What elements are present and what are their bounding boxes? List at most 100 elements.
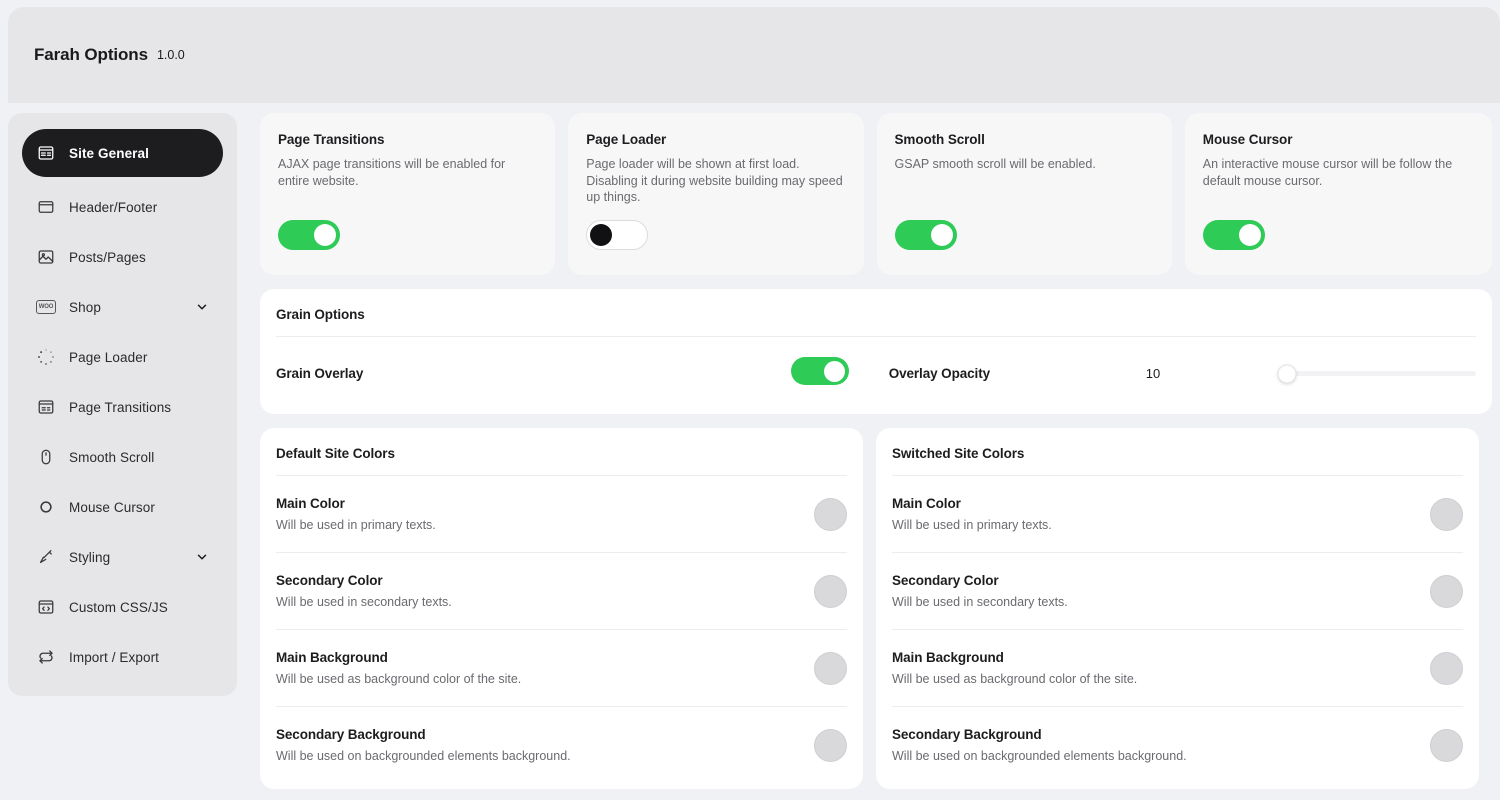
card-smooth-scroll: Smooth Scroll GSAP smooth scroll will be … — [877, 113, 1172, 275]
color-text: Secondary Color Will be used in secondary… — [276, 573, 814, 611]
feature-cards-row: Page TransitionsAJAX page transitions wi… — [260, 113, 1492, 275]
color-row-main-background: Main BackgroundWill be used as backgroun… — [276, 630, 847, 706]
card-title: Mouse Cursor — [1203, 132, 1474, 147]
color-description: Will be used in secondary texts. — [892, 594, 1202, 611]
sidebar-item-page-transitions[interactable]: Page Transitions — [22, 387, 223, 427]
color-description: Will be used in primary texts. — [892, 517, 1202, 534]
overlay-opacity-slider[interactable] — [1284, 371, 1476, 376]
color-swatch-secondary-color[interactable] — [1430, 575, 1463, 608]
card-toggle-wrap — [895, 220, 1154, 255]
sidebar-item-smooth-scroll[interactable]: Smooth Scroll — [22, 437, 223, 477]
mouse-scroll-icon — [36, 447, 56, 467]
toggle-knob — [590, 224, 612, 246]
grain-options-panel: Grain Options Grain Overlay Overlay Opac… — [260, 289, 1492, 414]
color-description: Will be used in secondary texts. — [276, 594, 586, 611]
sidebar-item-posts-pages[interactable]: Posts/Pages — [22, 237, 223, 277]
toggle-knob — [1239, 224, 1261, 246]
toggle-page-transitions[interactable] — [278, 220, 340, 250]
options-app: Farah Options 1.0.0 Site General Header/F… — [0, 0, 1500, 800]
grain-overlay-toggle-wrap — [791, 357, 849, 390]
color-text: Main Color Will be used in primary texts. — [892, 496, 1430, 534]
sidebar-item-label: Page Transitions — [69, 400, 171, 415]
page-title: Farah Options — [34, 45, 148, 65]
grain-options-title: Grain Options — [276, 307, 1476, 336]
default-site-colors-panel: Default Site Colors Main ColorWill be us… — [260, 428, 863, 789]
slider-thumb[interactable] — [1278, 364, 1297, 383]
version-label: 1.0.0 — [157, 48, 185, 62]
sidebar-item-label: Mouse Cursor — [69, 500, 155, 515]
card-description: AJAX page transitions will be enabled fo… — [278, 156, 537, 189]
color-description: Will be used on backgrounded elements ba… — [276, 748, 586, 765]
color-row-main-color: Main ColorWill be used in primary texts. — [276, 476, 847, 552]
color-swatch-secondary-background[interactable] — [1430, 729, 1463, 762]
color-swatch-main-color[interactable] — [1430, 498, 1463, 531]
sidebar-item-label: Smooth Scroll — [69, 450, 154, 465]
grain-overlay-toggle[interactable] — [791, 357, 849, 385]
sidebar-item-import-export[interactable]: Import / Export — [22, 637, 223, 677]
color-row-secondary-background: Secondary Background Will be used on back… — [892, 707, 1463, 783]
sidebar-item-shop[interactable]: WOOShop — [22, 287, 223, 327]
circle-cursor-icon — [36, 497, 56, 517]
colors-row: Default Site Colors Main ColorWill be us… — [260, 428, 1492, 789]
sidebar-item-styling[interactable]: Styling — [22, 537, 223, 577]
color-text: Secondary BackgroundWill be used on back… — [276, 727, 814, 765]
browser-window-icon — [36, 143, 56, 163]
card-toggle-wrap — [586, 220, 845, 255]
transition-icon — [36, 397, 56, 417]
color-name: Secondary Color — [276, 573, 794, 588]
toggle-knob — [314, 224, 336, 246]
brush-icon — [36, 547, 56, 567]
card-title: Smooth Scroll — [895, 132, 1154, 147]
toggle-knob — [824, 361, 845, 382]
toggle-page-loader[interactable] — [586, 220, 648, 250]
card-description: GSAP smooth scroll will be enabled. — [895, 156, 1154, 173]
layout-header-icon — [36, 197, 56, 217]
toggle-mouse-cursor[interactable] — [1203, 220, 1265, 250]
color-name: Secondary Color — [892, 573, 1410, 588]
color-swatch-secondary-background[interactable] — [814, 729, 847, 762]
toggle-smooth-scroll[interactable] — [895, 220, 957, 250]
sidebar-item-label: Posts/Pages — [69, 250, 146, 265]
color-swatch-main-color[interactable] — [814, 498, 847, 531]
sidebar-nav: Site GeneralHeader/FooterPosts/PagesWOOS… — [8, 113, 237, 696]
color-description: Will be used as background color of the … — [276, 671, 586, 688]
code-window-icon — [36, 597, 56, 617]
color-swatch-secondary-color[interactable] — [814, 575, 847, 608]
chevron-down-icon[interactable] — [195, 550, 209, 564]
sidebar-item-label: Site General — [69, 146, 149, 161]
card-toggle-wrap — [278, 220, 537, 255]
color-name: Main Color — [892, 496, 1410, 511]
color-name: Main Background — [892, 650, 1410, 665]
color-swatch-main-background[interactable] — [814, 652, 847, 685]
card-toggle-wrap — [1203, 220, 1474, 255]
sync-arrows-icon — [36, 647, 56, 667]
overlay-opacity-value: 10 — [1140, 366, 1166, 381]
sidebar-item-mouse-cursor[interactable]: Mouse Cursor — [22, 487, 223, 527]
main-content: Page TransitionsAJAX page transitions wi… — [260, 113, 1492, 789]
color-name: Secondary Background — [892, 727, 1410, 742]
color-row-secondary-background: Secondary BackgroundWill be used on back… — [276, 707, 847, 783]
switched-colors-list: Main Color Will be used in primary texts.… — [892, 476, 1463, 783]
sidebar-item-site-general[interactable]: Site General — [22, 129, 223, 177]
sidebar-item-label: Page Loader — [69, 350, 147, 365]
sidebar-item-label: Styling — [69, 550, 110, 565]
image-page-icon — [36, 247, 56, 267]
color-swatch-main-background[interactable] — [1430, 652, 1463, 685]
sidebar-item-label: Header/Footer — [69, 200, 157, 215]
chevron-down-icon[interactable] — [195, 300, 209, 314]
sidebar-item-label: Custom CSS/JS — [69, 600, 168, 615]
color-description: Will be used on backgrounded elements ba… — [892, 748, 1202, 765]
color-row-secondary-color: Secondary Color Will be used in secondary… — [276, 553, 847, 629]
card-page-transitions: Page TransitionsAJAX page transitions wi… — [260, 113, 555, 275]
color-text: Secondary Color Will be used in secondary… — [892, 573, 1430, 611]
overlay-opacity-label: Overlay Opacity — [889, 366, 990, 381]
color-text: Main BackgroundWill be used as backgroun… — [892, 650, 1430, 688]
card-page-loader: Page LoaderPage loader will be shown at … — [568, 113, 863, 275]
switched-site-colors-panel: Switched Site Colors Main ColorWill be u… — [876, 428, 1479, 789]
woo-badge-icon: WOO — [36, 297, 56, 317]
sidebar-item-header-footer[interactable]: Header/Footer — [22, 187, 223, 227]
sidebar-item-page-loader[interactable]: Page Loader — [22, 337, 223, 377]
color-row-main-color: Main Color Will be used in primary texts. — [892, 476, 1463, 552]
card-title: Page Loader — [586, 132, 845, 147]
sidebar-item-custom-css-js[interactable]: Custom CSS/JS — [22, 587, 223, 627]
